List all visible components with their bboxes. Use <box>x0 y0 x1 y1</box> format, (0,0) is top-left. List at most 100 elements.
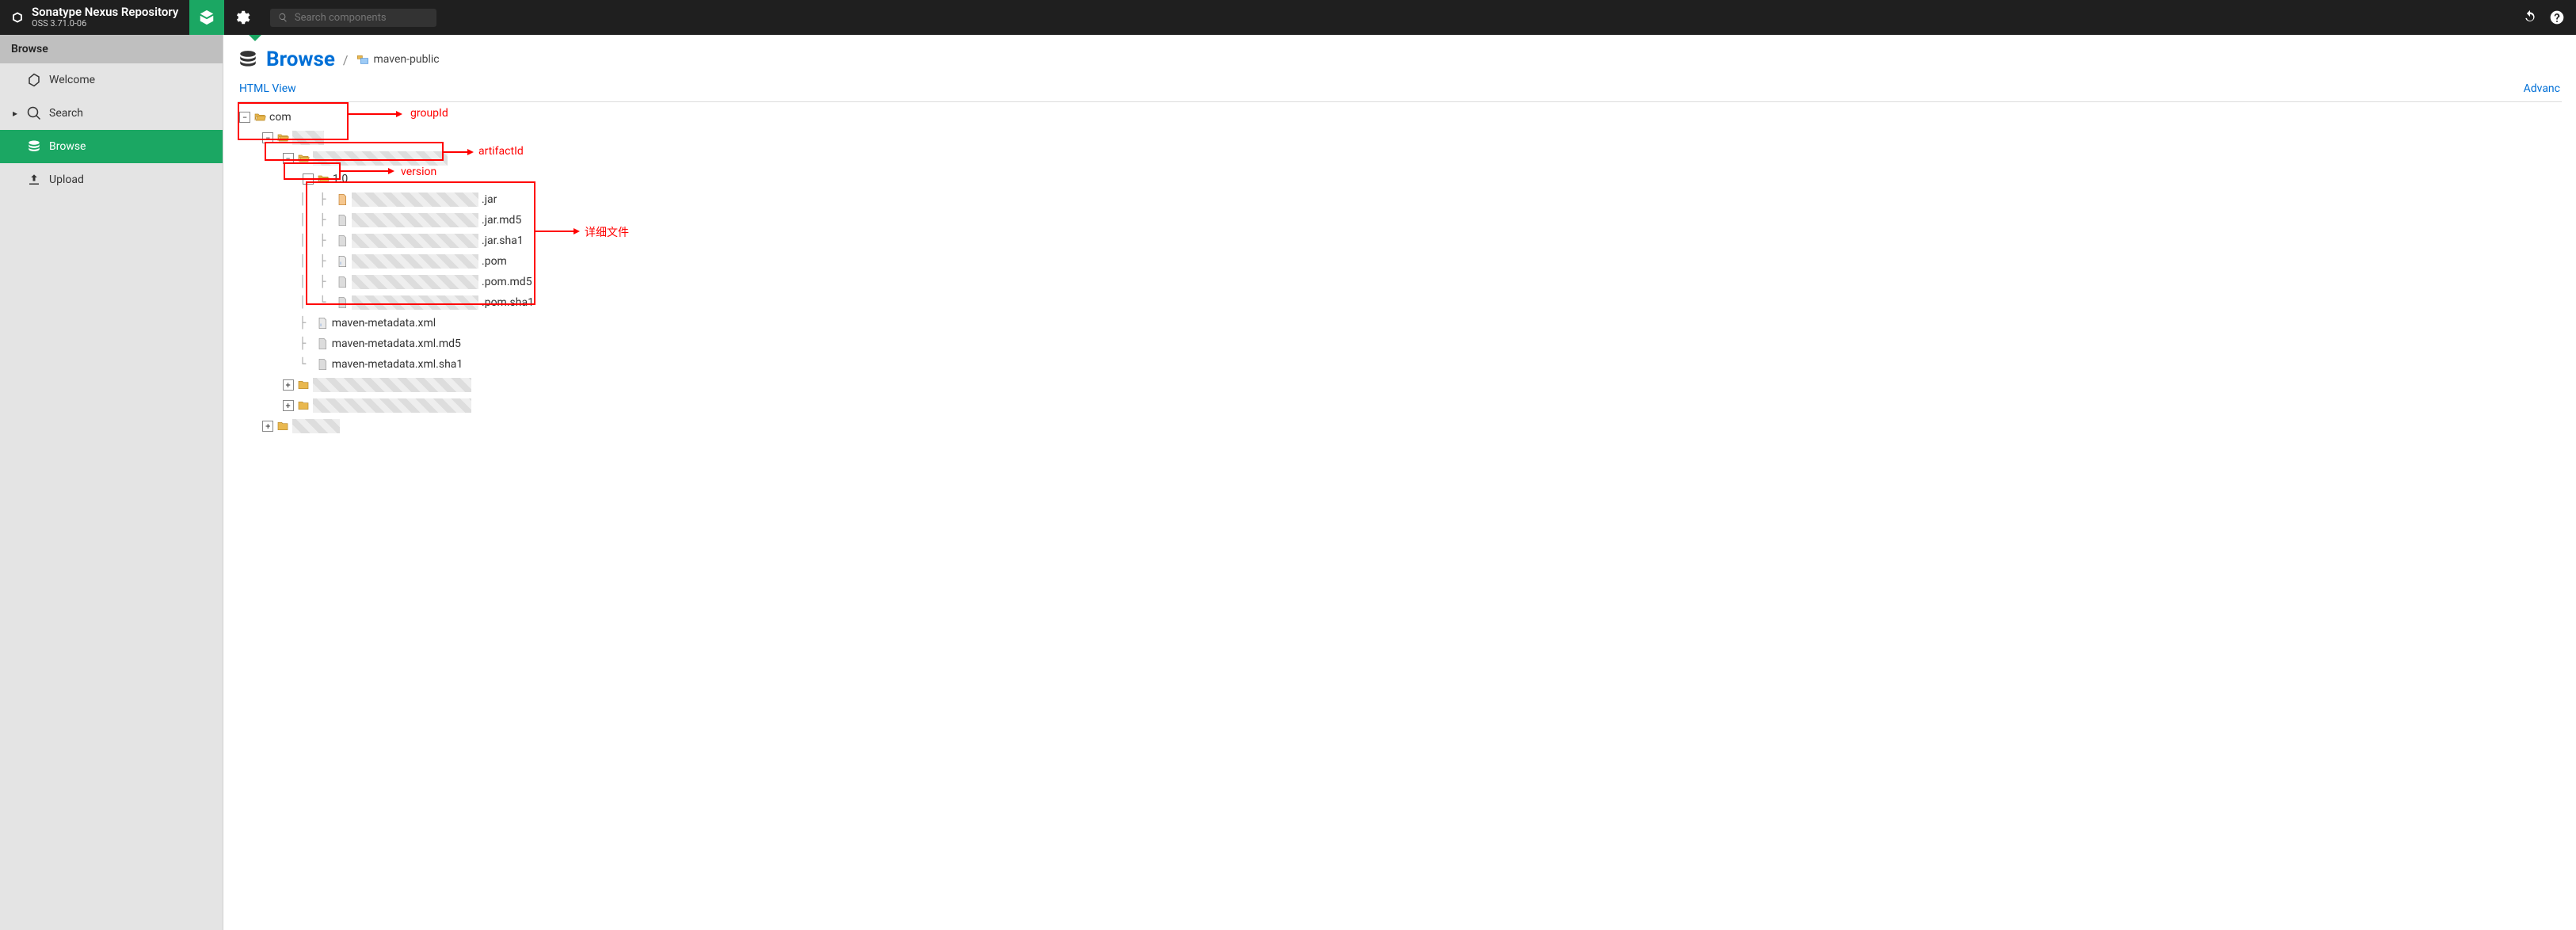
tree-node-file[interactable]: │ ├ i.pom <box>239 251 2562 272</box>
tab-settings[interactable] <box>224 0 259 35</box>
redacted-label <box>292 131 324 145</box>
folder-open-icon <box>317 173 330 185</box>
tab-cube[interactable] <box>189 0 224 35</box>
sidebar-header: Browse <box>0 35 223 63</box>
crumb-browse[interactable]: Browse <box>266 48 335 71</box>
tree-node-group[interactable]: − <box>239 128 2562 148</box>
tree-node-file[interactable]: │ ├ .jar.sha1 <box>239 231 2562 251</box>
tree-node-file[interactable]: │ ├ .pom.md5 <box>239 272 2562 292</box>
redacted-label <box>313 378 471 392</box>
sidebar-item-label: Browse <box>49 140 86 153</box>
sidebar: Browse Welcome Search Browse Upload <box>0 35 223 930</box>
folder-open-icon <box>297 152 310 165</box>
main: Browse / maven-public HTML View Advanc −… <box>223 35 2576 930</box>
search-box[interactable] <box>270 9 436 27</box>
redacted-label <box>352 275 478 289</box>
tree: − com − − − <box>238 102 2562 436</box>
sidebar-item-label: Search <box>49 107 83 120</box>
tree-label[interactable]: maven-metadata.xml.sha1 <box>332 358 463 371</box>
crumb-repo[interactable]: maven-public <box>356 53 440 66</box>
search-wrap <box>270 0 436 35</box>
layout: Browse Welcome Search Browse Upload Brow… <box>0 35 2576 930</box>
sidebar-item-browse[interactable]: Browse <box>0 130 223 163</box>
tree-node-collapsed[interactable]: + <box>239 416 2562 436</box>
repo-icon <box>356 53 369 66</box>
tree-label[interactable]: 1.0 <box>333 173 348 185</box>
tree-node-com[interactable]: − com <box>239 107 2562 128</box>
tree-node-file[interactable]: ├ imaven-metadata.xml <box>239 313 2562 334</box>
xml-file-icon: i <box>316 317 329 330</box>
crumb-sep: / <box>343 52 349 67</box>
collapse-icon[interactable]: − <box>283 153 294 164</box>
folder-closed-icon <box>297 379 310 391</box>
tree-label[interactable]: .pom <box>482 255 507 268</box>
redacted-label <box>313 398 471 413</box>
advanced-link[interactable]: Advanc <box>2524 82 2560 95</box>
expand-icon[interactable]: + <box>283 379 294 391</box>
redacted-label <box>352 254 478 269</box>
jar-file-icon <box>336 193 349 206</box>
cube-icon <box>198 9 215 26</box>
tree-label[interactable]: com <box>269 111 292 124</box>
sidebar-item-search[interactable]: Search <box>0 97 223 130</box>
help-icon[interactable] <box>2549 10 2565 25</box>
sidebar-item-welcome[interactable]: Welcome <box>0 63 223 97</box>
collapse-icon[interactable]: − <box>262 132 273 143</box>
tree-label[interactable]: .pom.md5 <box>482 276 532 288</box>
file-icon <box>316 358 329 371</box>
redacted-label <box>352 234 478 248</box>
sidebar-item-upload[interactable]: Upload <box>0 163 223 196</box>
sidebar-item-label: Welcome <box>49 74 95 86</box>
tree-label[interactable]: .jar <box>482 193 497 206</box>
sidebar-item-label: Upload <box>49 173 84 186</box>
svg-text:i: i <box>340 261 341 266</box>
breadcrumb: Browse / maven-public <box>238 43 2562 79</box>
tree-node-collapsed[interactable]: + <box>239 375 2562 395</box>
file-icon <box>336 234 349 247</box>
topbar: Sonatype Nexus Repository OSS 3.71.0-06 <box>0 0 2576 35</box>
expand-icon[interactable]: + <box>283 400 294 411</box>
tree-node-file[interactable]: │ └ .pom.sha1 <box>239 292 2562 313</box>
database-icon <box>238 49 258 70</box>
search-icon <box>27 106 41 120</box>
brand: Sonatype Nexus Repository OSS 3.71.0-06 <box>0 0 189 35</box>
tree-node-artifact[interactable]: − <box>239 148 2562 169</box>
redacted-label <box>313 151 448 166</box>
redacted-label <box>352 295 478 310</box>
file-icon <box>316 337 329 350</box>
topbar-right <box>2511 0 2576 35</box>
file-icon <box>336 296 349 309</box>
refresh-icon[interactable] <box>2522 10 2538 25</box>
topbar-tabs <box>189 0 259 35</box>
collapse-icon[interactable]: − <box>303 173 314 185</box>
folder-open-icon <box>276 131 289 144</box>
tree-node-file[interactable]: │ ├ .jar <box>239 189 2562 210</box>
gear-icon <box>233 9 250 26</box>
tree-node-file[interactable]: └ maven-metadata.xml.sha1 <box>239 354 2562 375</box>
brand-subtitle: OSS 3.71.0-06 <box>32 18 178 29</box>
hexagon-icon <box>27 73 41 87</box>
brand-title: Sonatype Nexus Repository <box>32 6 178 18</box>
tree-node-file[interactable]: │ ├ .jar.md5 <box>239 210 2562 231</box>
xml-file-icon: i <box>336 255 349 268</box>
tree-label[interactable]: .pom.sha1 <box>482 296 534 309</box>
tree-label[interactable]: .jar.sha1 <box>482 234 524 247</box>
upload-icon <box>27 173 41 187</box>
tree-node-version[interactable]: − 1.0 <box>239 169 2562 189</box>
tree-label[interactable]: maven-metadata.xml.md5 <box>332 337 461 350</box>
tree-label[interactable]: maven-metadata.xml <box>332 317 436 330</box>
search-icon <box>278 12 288 23</box>
redacted-label <box>292 419 340 433</box>
folder-open-icon <box>253 111 266 124</box>
crumb-repo-label: maven-public <box>374 53 440 66</box>
collapse-icon[interactable]: − <box>239 112 250 123</box>
search-input[interactable] <box>295 12 429 24</box>
expand-icon[interactable]: + <box>262 421 273 432</box>
tree-node-collapsed[interactable]: + <box>239 395 2562 416</box>
folder-closed-icon <box>276 420 289 433</box>
tree-node-file[interactable]: ├ maven-metadata.xml.md5 <box>239 334 2562 354</box>
folder-closed-icon <box>297 399 310 412</box>
tree-label[interactable]: .jar.md5 <box>482 214 521 227</box>
html-view-link[interactable]: HTML View <box>239 82 296 95</box>
database-icon <box>27 139 41 154</box>
